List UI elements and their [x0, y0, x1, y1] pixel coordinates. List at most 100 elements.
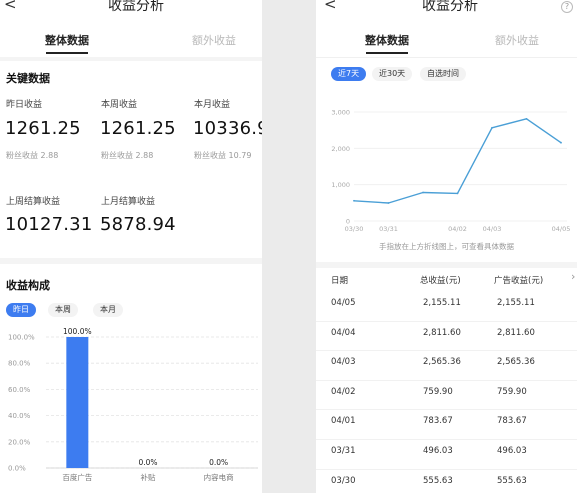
left-screen: < 收益分析 整体数据 额外收益 关键数据 昨日收益 1261.25 粉丝收益 …	[0, 0, 262, 493]
table-more-icon[interactable]: ›	[571, 270, 575, 283]
tab-underline	[366, 52, 408, 54]
divider	[316, 57, 577, 58]
x-tick-label: 04/03	[483, 225, 502, 233]
cell-ad: 2,155.11	[497, 298, 535, 308]
tab-overall[interactable]: 整体数据	[42, 32, 92, 48]
bar[interactable]	[66, 337, 89, 468]
table-row: 03/31 496.03 496.03	[316, 440, 577, 470]
cell-total: 555.63	[423, 475, 453, 486]
data-point[interactable]	[353, 199, 355, 202]
cell-total: 496.03	[423, 446, 453, 456]
table-row: 04/04 2,811.60 2,811.60	[316, 322, 577, 352]
x-tick-label: 补贴	[141, 472, 156, 482]
cell-date: 04/01	[331, 416, 356, 427]
divider	[0, 57, 262, 61]
table-row: 04/01 783.67 783.67	[316, 410, 577, 440]
x-tick-label: 04/05	[552, 225, 571, 233]
pill-30-days[interactable]: 近30天	[372, 67, 413, 81]
page-title: 收益分析	[422, 0, 478, 14]
metric-value-last-month: 5878.94	[100, 214, 176, 235]
divider	[0, 258, 262, 264]
bar-data-label: 0.0%	[209, 458, 228, 467]
key-data-title: 关键数据	[6, 72, 50, 85]
x-tick-label: 百度广告	[62, 472, 92, 482]
y-tick-label: 100.0%	[8, 334, 35, 342]
bar-data-label: 100.0%	[63, 327, 92, 336]
cell-date: 04/03	[331, 357, 356, 368]
pill-this-week[interactable]: 本周	[48, 303, 78, 317]
y-tick-label: 40.0%	[8, 412, 31, 420]
tab-overall[interactable]: 整体数据	[362, 32, 412, 48]
composition-title: 收益构成	[6, 279, 50, 292]
metric-label-week: 本周收益	[101, 100, 138, 110]
data-point[interactable]	[387, 202, 390, 204]
y-tick-label: 0.0%	[8, 465, 26, 473]
cell-total: 783.67	[423, 416, 453, 427]
cell-date: 03/30	[331, 475, 356, 486]
metric-label-last-month: 上月结算收益	[101, 197, 156, 207]
cell-ad: 2,565.36	[497, 357, 535, 368]
cell-date: 03/31	[331, 446, 356, 456]
data-point[interactable]	[456, 192, 459, 195]
cell-total: 2,155.11	[423, 298, 461, 308]
cell-ad: 2,811.60	[497, 327, 535, 338]
pill-yesterday[interactable]: 昨日	[6, 303, 36, 317]
metric-label-last-week: 上周结算收益	[6, 197, 61, 207]
tab-extra-income[interactable]: 额外收益	[491, 32, 543, 48]
cell-date: 04/04	[331, 327, 356, 338]
pill-custom-range[interactable]: 自选时间	[420, 67, 466, 81]
x-tick-label: 04/02	[448, 225, 467, 233]
table-header-total: 总收益(元)	[420, 276, 461, 286]
cell-date: 04/05	[331, 298, 356, 308]
cell-ad: 555.63	[497, 475, 527, 486]
pill-this-month[interactable]: 本月	[93, 303, 123, 317]
y-tick-label: 20.0%	[8, 438, 31, 446]
divider	[316, 262, 577, 268]
table-header-date: 日期	[331, 276, 349, 286]
table-row: 03/30 555.63 555.63	[316, 470, 577, 493]
cell-total: 2,811.60	[423, 327, 461, 338]
x-tick-label: 03/31	[379, 225, 398, 233]
metric-value-yesterday: 1261.25	[5, 118, 81, 139]
table-header-ad: 广告收益(元)	[494, 276, 544, 286]
metric-value-week: 1261.25	[100, 118, 176, 139]
tab-extra-income[interactable]: 额外收益	[188, 32, 240, 48]
data-point[interactable]	[491, 126, 493, 129]
bar-data-label: 0.0%	[138, 458, 157, 467]
table-row: 04/03 2,565.36 2,565.36	[316, 351, 577, 381]
right-screen: < 收益分析 ? 整体数据 额外收益 近7天 近30天 自选时间 0 1,000 2…	[316, 0, 577, 493]
income-line[interactable]	[353, 118, 562, 204]
metric-sub-week: 粉丝收益 2.88	[101, 151, 154, 160]
metric-sub-yesterday: 粉丝收益 2.88	[6, 151, 59, 160]
cell-date: 04/02	[331, 386, 356, 397]
cell-total: 2,565.36	[423, 357, 461, 368]
cell-ad: 759.90	[497, 386, 527, 397]
income-trend-chart[interactable]: 01,0002,0003,00003/30 03/31 04/02 04/03 04/0…	[316, 100, 577, 240]
cell-ad: 783.67	[497, 416, 527, 427]
y-tick-label: 2,000	[331, 145, 350, 153]
x-tick-label: 内容电商	[204, 472, 234, 482]
table-row: 04/02 759.90 759.90	[316, 381, 577, 411]
metric-label-month: 本月收益	[194, 100, 231, 110]
cell-total: 759.90	[423, 386, 453, 397]
cell-ad: 496.03	[497, 446, 527, 456]
tab-underline	[46, 52, 88, 54]
metric-value-month: 10336.9	[193, 118, 262, 139]
y-tick-label: 3,000	[331, 109, 350, 117]
y-tick-label: 1,000	[331, 181, 350, 189]
x-tick-label: 03/30	[345, 225, 364, 233]
income-composition-chart: 0.0% 20.0% 40.0% 60.0% 80.0% 100.0% 100.0% 百度广告…	[8, 327, 258, 482]
back-button[interactable]: <	[4, 0, 17, 13]
chart-hint: 手指放在上方折线图上，可查看具体数据	[379, 242, 514, 251]
pill-7-days[interactable]: 近7天	[331, 67, 367, 81]
data-point[interactable]	[560, 141, 562, 144]
data-point[interactable]	[525, 117, 528, 120]
table-row: 04/05 2,155.11 2,155.11	[316, 292, 577, 322]
y-tick-label: 80.0%	[8, 360, 31, 368]
data-point[interactable]	[422, 191, 424, 194]
metric-value-last-week: 10127.31	[5, 214, 93, 235]
metric-label-yesterday: 昨日收益	[6, 100, 43, 110]
page-title: 收益分析	[108, 0, 164, 14]
help-icon[interactable]: ?	[561, 1, 573, 13]
back-button[interactable]: <	[324, 0, 337, 13]
